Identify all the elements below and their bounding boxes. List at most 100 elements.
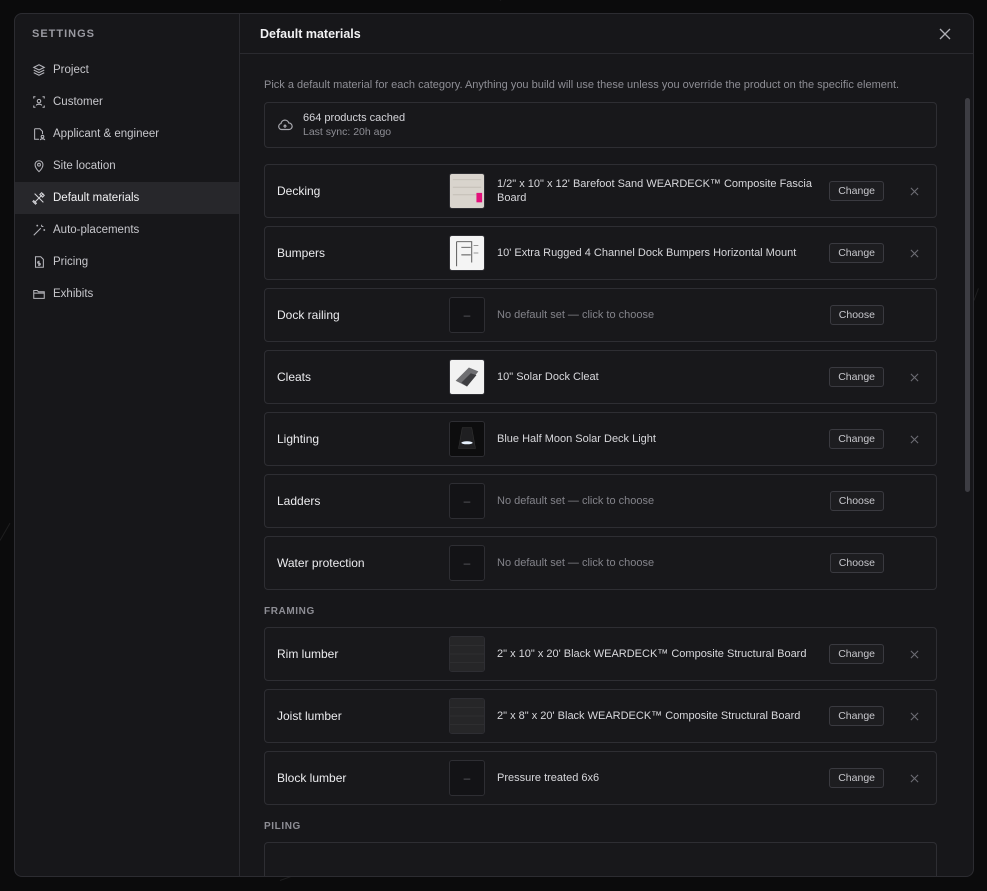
row-label: Bumpers xyxy=(277,246,326,260)
sidebar-item-label: Project xyxy=(53,64,89,76)
row-label: Lighting xyxy=(277,432,320,446)
cache-count: 664 products cached xyxy=(303,112,406,124)
close-icon xyxy=(910,373,918,381)
clear-button[interactable] xyxy=(904,367,924,387)
change-button[interactable]: Change xyxy=(829,429,884,449)
sidebar-item-applicant-engineer[interactable]: Applicant & engineer xyxy=(15,118,239,150)
materials-content: Pick a default material for each categor… xyxy=(240,54,973,876)
change-button[interactable]: Change xyxy=(829,768,884,788)
close-icon xyxy=(910,774,918,782)
sidebar-item-default-materials[interactable]: Default materials xyxy=(15,182,239,214)
material-row-water-protection[interactable]: Water protection – No default set — clic… xyxy=(264,536,937,590)
layers-icon xyxy=(32,64,46,76)
cloud-sync-icon xyxy=(278,119,293,131)
settings-sidebar: SETTINGS Project Customer Applicant & en… xyxy=(15,14,240,876)
change-button[interactable]: Change xyxy=(829,181,884,201)
material-row-decking[interactable]: Decking 1/2" x 10" x 12' Barefoot Sand W… xyxy=(264,164,937,218)
product-name: 2" x 8" x 20' Black WEARDECK™ Composite … xyxy=(497,710,801,722)
product-name: 1/2" x 10" x 12' Barefoot Sand WEARDECK™… xyxy=(497,178,812,204)
row-label: Ladders xyxy=(277,494,321,508)
product-name: No default set — click to choose xyxy=(497,557,655,569)
row-label: Rim lumber xyxy=(277,647,339,661)
empty-thumbnail: – xyxy=(449,545,485,581)
sidebar-item-site-location[interactable]: Site location xyxy=(15,150,239,182)
page-title: Default materials xyxy=(260,26,361,41)
sidebar-title: SETTINGS xyxy=(32,28,96,40)
sidebar-item-project[interactable]: Project xyxy=(15,54,239,86)
material-row-cleats[interactable]: Cleats 10" Solar Dock Cleat Change xyxy=(264,350,937,404)
close-icon xyxy=(910,650,918,658)
clear-button[interactable] xyxy=(904,768,924,788)
material-row-lighting[interactable]: Lighting Blue Half Moon Solar Deck Light… xyxy=(264,412,937,466)
material-row-dock-railing[interactable]: Dock railing – No default set — click to… xyxy=(264,288,937,342)
clear-button[interactable] xyxy=(904,181,924,201)
close-icon xyxy=(910,712,918,720)
sidebar-item-label: Exhibits xyxy=(53,288,94,300)
last-sync: Last sync: 20h ago xyxy=(303,126,392,138)
change-button[interactable]: Change xyxy=(829,644,884,664)
sidebar-item-pricing[interactable]: Pricing xyxy=(15,246,239,278)
sidebar-item-auto-placements[interactable]: Auto-placements xyxy=(15,214,239,246)
clear-button[interactable] xyxy=(904,706,924,726)
section-title-piling: PILING xyxy=(264,821,301,832)
row-label: Block lumber xyxy=(277,771,347,785)
sidebar-item-exhibits[interactable]: Exhibits xyxy=(15,278,239,310)
sidebar-item-label: Auto-placements xyxy=(53,224,140,236)
sidebar-item-label: Default materials xyxy=(53,192,140,204)
sidebar-item-customer[interactable]: Customer xyxy=(15,86,239,118)
close-icon xyxy=(910,187,918,195)
intro-text: Pick a default material for each categor… xyxy=(264,79,900,91)
empty-thumbnail: – xyxy=(449,483,485,519)
clear-button[interactable] xyxy=(904,644,924,664)
choose-button[interactable]: Choose xyxy=(829,305,884,325)
material-row-joist-lumber[interactable]: Joist lumber 2" x 8" x 20' Black WEARDEC… xyxy=(264,689,937,743)
close-icon xyxy=(939,28,951,39)
choose-button[interactable]: Choose xyxy=(829,553,884,573)
close-button[interactable] xyxy=(937,26,953,42)
change-button[interactable]: Change xyxy=(829,367,884,387)
document-person-icon xyxy=(34,128,46,141)
main-panel: Default materials Pick a default materia… xyxy=(240,14,973,876)
row-label: Cleats xyxy=(277,370,312,384)
row-label: Joist lumber xyxy=(277,709,342,723)
material-row-ladders[interactable]: Ladders – No default set — click to choo… xyxy=(264,474,937,528)
choose-button[interactable]: Choose xyxy=(829,491,884,511)
product-name: No default set — click to choose xyxy=(497,495,655,507)
settings-modal: SETTINGS Project Customer Applicant & en… xyxy=(14,13,974,877)
product-thumbnail xyxy=(449,421,485,457)
cache-status: 664 products cached Last sync: 20h ago xyxy=(264,102,937,148)
product-thumbnail xyxy=(449,636,485,672)
price-document-icon xyxy=(34,256,44,268)
sidebar-item-label: Customer xyxy=(53,96,103,108)
folder-icon xyxy=(33,289,45,299)
tools-icon xyxy=(32,192,45,205)
material-row-block-lumber[interactable]: Block lumber – Pressure treated 6x6 Chan… xyxy=(264,751,937,805)
product-thumbnail xyxy=(449,235,485,271)
product-name: Pressure treated 6x6 xyxy=(497,772,600,784)
material-row-piling[interactable] xyxy=(264,842,937,876)
section-title-framing: FRAMING xyxy=(264,606,315,617)
product-thumbnail xyxy=(449,173,485,209)
product-thumbnail xyxy=(449,359,485,395)
product-thumbnail xyxy=(449,698,485,734)
main-header: Default materials xyxy=(240,14,973,54)
close-icon xyxy=(910,435,918,443)
sidebar-item-label: Pricing xyxy=(53,256,89,268)
material-row-bumpers[interactable]: Bumpers 10' Extra Rugged 4 Channel Dock … xyxy=(264,226,937,280)
product-name: 10' Extra Rugged 4 Channel Dock Bumpers … xyxy=(497,247,797,259)
sidebar-item-label: Site location xyxy=(53,160,116,172)
clear-button[interactable] xyxy=(904,243,924,263)
material-row-rim-lumber[interactable]: Rim lumber 2" x 10" x 20' Black WEARDECK… xyxy=(264,627,937,681)
row-label: Water protection xyxy=(277,556,365,570)
sidebar-item-label: Applicant & engineer xyxy=(53,128,160,140)
change-button[interactable]: Change xyxy=(829,243,884,263)
change-button[interactable]: Change xyxy=(829,706,884,726)
product-name: 10" Solar Dock Cleat xyxy=(497,371,599,383)
row-label: Dock railing xyxy=(277,308,340,322)
product-name: Blue Half Moon Solar Deck Light xyxy=(497,433,656,445)
product-name: 2" x 10" x 20' Black WEARDECK™ Composite… xyxy=(497,648,807,660)
empty-thumbnail: – xyxy=(449,297,485,333)
clear-button[interactable] xyxy=(904,429,924,449)
empty-thumbnail: – xyxy=(449,760,485,796)
scrollbar-thumb[interactable] xyxy=(965,98,970,492)
